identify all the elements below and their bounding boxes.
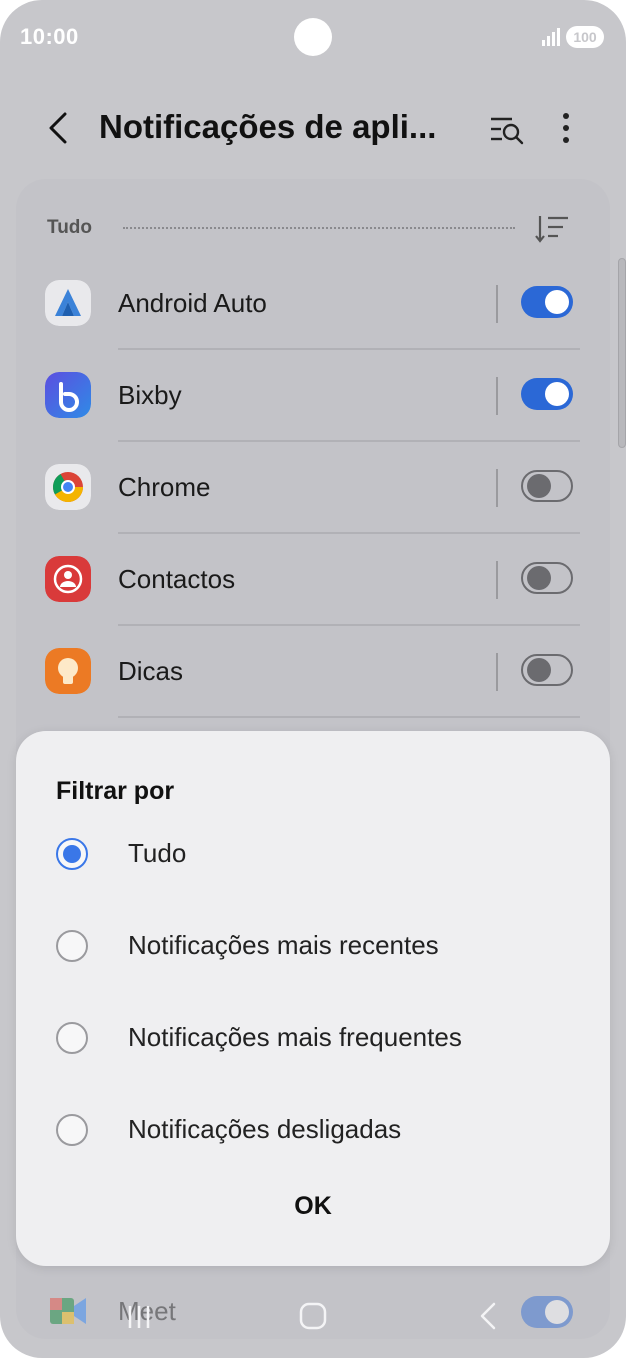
option-label: Notificações mais recentes bbox=[128, 930, 439, 960]
radio-button-selected[interactable] bbox=[56, 838, 88, 870]
row-separator bbox=[496, 469, 498, 507]
chrome-toggle[interactable] bbox=[521, 470, 573, 502]
app-row-contactos[interactable]: Contactos bbox=[16, 534, 610, 626]
app-bar: Notificações de apli... bbox=[0, 90, 626, 166]
bixby-icon bbox=[45, 372, 91, 418]
chrome-icon bbox=[45, 464, 91, 510]
radio-button[interactable] bbox=[56, 930, 88, 962]
ok-button[interactable]: OK bbox=[263, 1183, 363, 1229]
toggle-knob bbox=[545, 290, 569, 314]
contactos-toggle[interactable] bbox=[521, 562, 573, 594]
row-separator bbox=[496, 653, 498, 691]
row-separator bbox=[496, 377, 498, 415]
row-separator bbox=[496, 561, 498, 599]
more-options-icon[interactable] bbox=[552, 108, 580, 148]
dialog-title: Filtrar por bbox=[56, 777, 175, 805]
app-label: Bixby bbox=[118, 380, 182, 410]
bixby-toggle[interactable] bbox=[521, 378, 573, 410]
filter-option-recent[interactable]: Notificações mais recentes bbox=[16, 913, 610, 983]
toggle-knob bbox=[527, 658, 551, 682]
recents-icon[interactable] bbox=[122, 1298, 156, 1334]
contacts-icon bbox=[45, 556, 91, 602]
filter-search-icon[interactable] bbox=[488, 112, 526, 148]
android-auto-icon bbox=[45, 280, 91, 326]
filter-option-all[interactable]: Tudo bbox=[16, 821, 610, 891]
toggle-knob bbox=[545, 382, 569, 406]
signal-icon bbox=[542, 28, 560, 46]
app-row-chrome[interactable]: Chrome bbox=[16, 442, 610, 534]
app-row-android-auto[interactable]: Android Auto bbox=[16, 258, 610, 350]
app-row-bixby[interactable]: Bixby bbox=[16, 350, 610, 442]
option-label: Tudo bbox=[128, 838, 187, 868]
android-auto-toggle[interactable] bbox=[521, 286, 573, 318]
filter-option-off[interactable]: Notificações desligadas bbox=[16, 1097, 610, 1167]
page-title: Notificações de apli... bbox=[99, 108, 437, 145]
battery-icon: 100 bbox=[566, 26, 604, 48]
app-label: Dicas bbox=[118, 656, 184, 686]
option-label: Notificações mais frequentes bbox=[128, 1022, 462, 1052]
section-label: Tudo bbox=[47, 217, 93, 238]
app-label: Chrome bbox=[118, 472, 211, 502]
navigation-bar bbox=[0, 1290, 626, 1340]
home-icon[interactable] bbox=[296, 1298, 330, 1334]
back-nav-icon[interactable] bbox=[472, 1298, 506, 1334]
app-label: Contactos bbox=[118, 564, 236, 594]
status-bar: 10:00 100 bbox=[0, 0, 626, 76]
row-separator bbox=[496, 285, 498, 323]
status-time: 10:00 bbox=[20, 24, 79, 49]
row-divider bbox=[118, 716, 580, 718]
tips-bulb-icon bbox=[45, 648, 91, 694]
radio-button[interactable] bbox=[56, 1022, 88, 1054]
toggle-knob bbox=[527, 566, 551, 590]
toggle-knob bbox=[527, 474, 551, 498]
phone-screen: 10:00 100 Notificações de apli... Tudo A… bbox=[0, 0, 626, 1358]
app-label: Android Auto bbox=[118, 288, 267, 318]
filter-dialog: Filtrar por Tudo Notificações mais recen… bbox=[16, 731, 610, 1266]
app-row-dicas[interactable]: Dicas bbox=[16, 626, 610, 718]
dicas-toggle[interactable] bbox=[521, 654, 573, 686]
option-label: Notificações desligadas bbox=[128, 1114, 402, 1144]
sort-icon[interactable] bbox=[534, 212, 572, 246]
front-camera bbox=[294, 18, 332, 56]
filter-option-frequent[interactable]: Notificações mais frequentes bbox=[16, 1005, 610, 1075]
radio-button[interactable] bbox=[56, 1114, 88, 1146]
back-arrow-icon[interactable] bbox=[40, 108, 80, 148]
section-divider bbox=[123, 227, 515, 229]
scrollbar[interactable] bbox=[618, 258, 626, 448]
battery-level: 100 bbox=[573, 29, 597, 45]
